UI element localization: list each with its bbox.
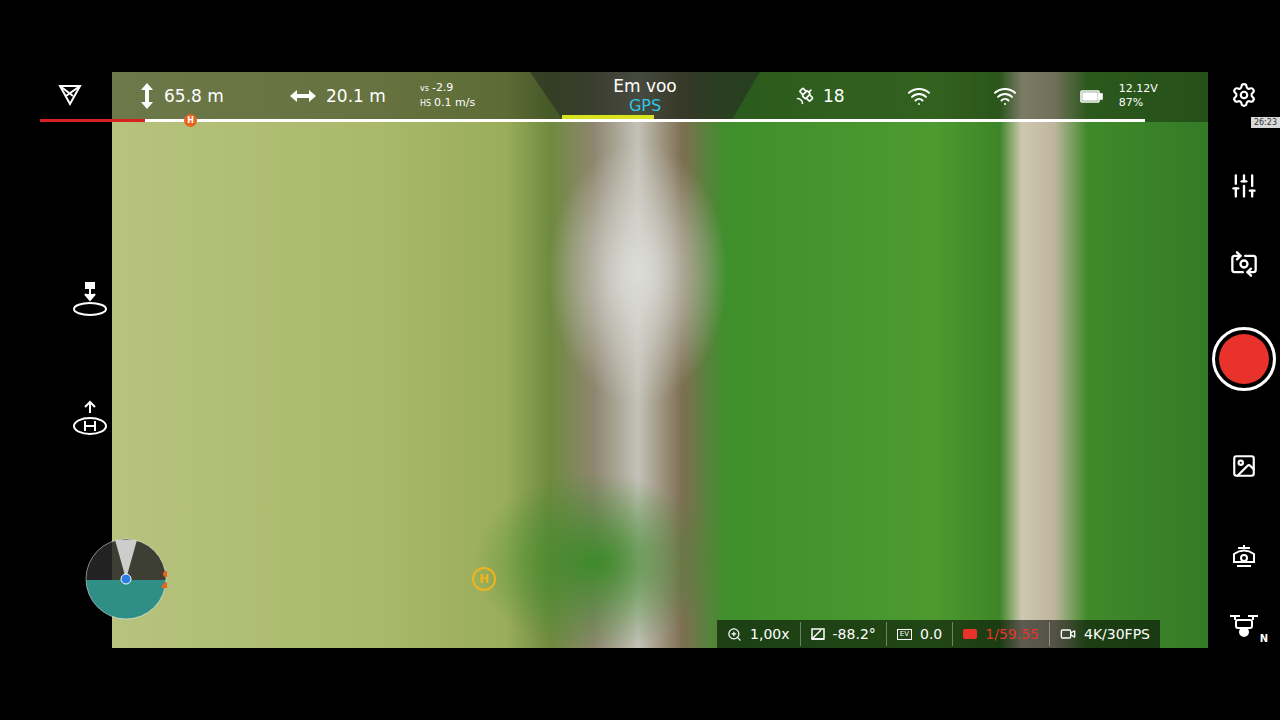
rc-signal xyxy=(907,84,931,108)
compass-radar[interactable] xyxy=(85,538,167,620)
gimbal-button[interactable] xyxy=(1229,542,1259,572)
flight-track: H xyxy=(112,119,1208,122)
time-badge: 26:23 xyxy=(1251,117,1280,128)
gimbal-camera-icon[interactable] xyxy=(1229,542,1259,572)
home-track-marker: H xyxy=(184,114,197,127)
bottom-letterbox xyxy=(0,648,1280,720)
ev-icon: EV xyxy=(897,629,912,640)
switch-mode-button[interactable] xyxy=(1230,250,1258,278)
distance-value: 20.1 m xyxy=(326,86,386,106)
right-toolbar: 26:23 N xyxy=(1208,72,1280,648)
camera-settings-bar[interactable]: 1,00x-88.2°EV0.01/59.554K/30FPS xyxy=(717,620,1160,648)
return-home-icon[interactable] xyxy=(70,399,110,439)
video-format-icon xyxy=(1060,626,1076,642)
home-point-pin: H xyxy=(472,567,496,591)
home-button[interactable] xyxy=(57,82,83,108)
video-signal xyxy=(993,84,1017,108)
camera-feed: 65.8 m20.1 mvs-2.9HS0.1 m/sEm vooGPS1812… xyxy=(112,72,1208,648)
record-fill xyxy=(1219,334,1269,384)
auto-land-button[interactable] xyxy=(70,279,110,319)
camera-setting[interactable]: EV0.0 xyxy=(886,622,952,646)
battery-status: 12.12V87% xyxy=(1079,82,1158,110)
battery-icon xyxy=(1079,86,1105,106)
rc-signal-icon xyxy=(907,84,931,108)
camera-setting[interactable]: 1/59.55 xyxy=(952,622,1049,646)
gallery-button[interactable] xyxy=(1231,453,1257,479)
battery-voltage: 12.12V xyxy=(1119,82,1158,96)
app-logo-icon[interactable] xyxy=(57,82,83,108)
sliders-icon xyxy=(1230,172,1258,200)
camera-setting[interactable]: 4K/30FPS xyxy=(1049,622,1160,646)
distance-readout: 20.1 m xyxy=(290,86,420,106)
altitude-readout: 65.8 m xyxy=(140,83,290,109)
positioning-mode: GPS xyxy=(629,96,661,115)
satellite-count: 18 xyxy=(823,86,845,106)
zoom-icon xyxy=(727,627,742,642)
flight-mode-badge: N xyxy=(1260,633,1268,644)
gear-icon xyxy=(1231,82,1257,108)
vertical-speed: vs-2.9 xyxy=(420,81,530,96)
status-bar: 65.8 m20.1 mvs-2.9HS0.1 m/sEm vooGPS1812… xyxy=(112,72,1208,122)
drone-flight-screen: 65.8 m20.1 mvs-2.9HS0.1 m/sEm vooGPS1812… xyxy=(0,0,1280,720)
flight-status-text: Em voo xyxy=(613,76,677,96)
camera-setting[interactable]: -88.2° xyxy=(800,622,886,646)
shutter-icon xyxy=(963,629,977,639)
main-area: 65.8 m20.1 mvs-2.9HS0.1 m/sEm vooGPS1812… xyxy=(0,72,1280,648)
compass-radar-icon xyxy=(85,538,167,620)
video-signal-icon xyxy=(993,84,1017,108)
drone-icon[interactable] xyxy=(1228,612,1260,638)
settings-button[interactable] xyxy=(1231,82,1257,108)
switch-camera-icon xyxy=(1230,250,1258,278)
satellite-icon xyxy=(795,86,815,106)
flight-mode-button[interactable]: N xyxy=(1224,610,1264,640)
altitude-icon xyxy=(140,83,154,109)
gallery-icon xyxy=(1231,453,1257,479)
horizontal-speed: HS0.1 m/s xyxy=(420,96,530,111)
left-track xyxy=(40,119,112,122)
speed-readout: vs-2.9HS0.1 m/s xyxy=(420,81,530,111)
flight-status[interactable]: Em vooGPS xyxy=(530,72,760,119)
battery-percent: 87% xyxy=(1119,96,1158,110)
camera-settings-button[interactable] xyxy=(1230,172,1258,200)
distance-icon xyxy=(290,90,316,102)
top-letterbox xyxy=(0,0,1280,72)
camera-setting[interactable]: 1,00x xyxy=(717,622,799,646)
record-button[interactable] xyxy=(1212,327,1276,391)
auto-land-icon[interactable] xyxy=(70,279,110,319)
return-home-button[interactable] xyxy=(70,399,110,439)
gps-satellites: 18 xyxy=(795,86,845,106)
gimbal-pitch-icon xyxy=(811,628,825,640)
altitude-value: 65.8 m xyxy=(164,86,224,106)
